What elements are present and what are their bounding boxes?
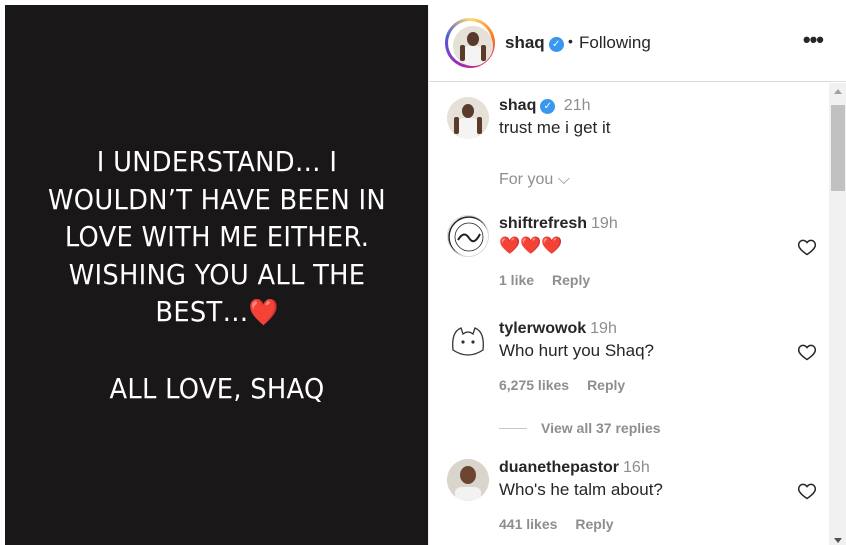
comment-actions: 6,275 likes Reply xyxy=(499,377,799,393)
avatar-photo-icon xyxy=(447,459,489,501)
comment-likes[interactable]: 6,275 likes xyxy=(499,377,569,393)
comment-username[interactable]: shiftrefresh xyxy=(499,215,587,232)
post-text-gap xyxy=(33,333,401,370)
view-replies-label[interactable]: View all 37 replies xyxy=(541,420,661,436)
comment-time[interactable]: 19h xyxy=(590,320,617,337)
post-image-text: I UNDERSTAND… I WOULDN’T HAVE BEEN IN LO… xyxy=(33,143,401,407)
avatar[interactable] xyxy=(447,97,489,139)
comment-body: shiftrefresh 19h ❤️❤️❤️ 1 like Reply xyxy=(499,215,799,288)
post-text-line-1: I UNDERSTAND… I xyxy=(96,145,337,178)
scroll-down-arrow-icon[interactable] xyxy=(834,538,842,543)
comment-likes[interactable]: 1 like xyxy=(499,272,534,288)
heart-icon[interactable] xyxy=(797,237,817,257)
comment-body: duanethepastor 16h Who's he talm about? 4… xyxy=(499,459,799,532)
comment-likes[interactable]: 441 likes xyxy=(499,516,557,532)
comment-text: Who's he talm about? xyxy=(499,480,663,499)
header-username[interactable]: shaq ✓ xyxy=(505,33,564,53)
avatar[interactable] xyxy=(447,320,489,362)
post-text-line-3: LOVE WITH ME EITHER. xyxy=(64,220,369,253)
chevron-down-icon: ⌵ xyxy=(557,171,570,188)
avatar-photo-icon xyxy=(447,97,489,139)
comment-actions: 441 likes Reply xyxy=(499,516,799,532)
caption-body: shaq ✓ 21h trust me i get it xyxy=(499,97,799,138)
scroll-thumb[interactable] xyxy=(831,105,845,191)
comment-username[interactable]: duanethepastor xyxy=(499,459,619,476)
comment-time[interactable]: 16h xyxy=(623,459,650,476)
post-header: shaq ✓ • Following ••• xyxy=(429,5,846,82)
following-button[interactable]: Following xyxy=(579,33,651,53)
replies-divider xyxy=(499,428,527,429)
comment-time[interactable]: 19h xyxy=(591,215,618,232)
heart-icon[interactable] xyxy=(797,481,817,501)
header-separator: • xyxy=(568,33,573,49)
brand-logo-icon xyxy=(448,216,488,256)
post-side-panel: shaq ✓ • Following ••• shaq ✓ 21h trust … xyxy=(428,5,846,545)
post-text-signoff: ALL LOVE, SHAQ xyxy=(108,371,325,405)
post-text-line-4: WISHING YOU ALL THE xyxy=(68,257,365,291)
heart-icon[interactable] xyxy=(797,342,817,362)
more-options-icon[interactable]: ••• xyxy=(803,27,824,53)
post-text-line-2: WOULDN’T HAVE BEEN IN xyxy=(47,182,386,216)
comment-heading: duanethepastor 16h xyxy=(499,459,799,477)
comment-heading: tylerwowok 19h xyxy=(499,320,799,338)
reply-button[interactable]: Reply xyxy=(552,272,590,288)
avatar[interactable] xyxy=(453,26,493,66)
view-replies-button[interactable]: View all 37 replies xyxy=(499,420,661,436)
avatar[interactable] xyxy=(447,215,489,257)
verified-badge-icon: ✓ xyxy=(540,99,556,114)
for-you-filter[interactable]: For you ⌵ xyxy=(499,171,570,189)
avatar[interactable] xyxy=(447,459,489,501)
comment-body: tylerwowok 19h Who hurt you Shaq? 6,275 l… xyxy=(499,320,799,393)
post-text-line-5-text: BEST… xyxy=(154,295,249,328)
comment-text: Who hurt you Shaq? xyxy=(499,341,654,360)
comments-list: shaq ✓ 21h trust me i get it For you ⌵ s… xyxy=(429,83,829,545)
cartoon-avatar-icon xyxy=(447,320,489,362)
heart-emoji-icon: ❤️ xyxy=(248,298,279,328)
avatar-photo-icon xyxy=(453,26,493,66)
reply-button[interactable]: Reply xyxy=(575,516,613,532)
comment-text: ❤️❤️❤️ xyxy=(499,236,563,255)
post-image: I UNDERSTAND… I WOULDN’T HAVE BEEN IN LO… xyxy=(5,5,428,545)
verified-badge-icon: ✓ xyxy=(548,37,564,52)
for-you-label[interactable]: For you xyxy=(499,171,553,188)
scroll-up-arrow-icon[interactable] xyxy=(834,89,842,94)
instagram-post-window: I UNDERSTAND… I WOULDN’T HAVE BEEN IN LO… xyxy=(0,0,846,545)
comment-actions: 1 like Reply xyxy=(499,272,799,288)
post-text-line-5: BEST…❤️ xyxy=(33,293,401,333)
comment-heading: shiftrefresh 19h xyxy=(499,215,799,233)
story-ring[interactable] xyxy=(445,18,495,68)
story-ring-inner xyxy=(448,21,493,66)
caption-time[interactable]: 21h xyxy=(564,97,591,114)
caption-text: trust me i get it xyxy=(499,118,611,137)
reply-button[interactable]: Reply xyxy=(587,377,625,393)
comment-username[interactable]: tylerwowok xyxy=(499,320,586,337)
comments-scrollbar[interactable] xyxy=(829,83,846,545)
caption-username[interactable]: shaq xyxy=(499,97,536,114)
header-username-text[interactable]: shaq xyxy=(505,33,545,52)
caption-heading: shaq ✓ 21h xyxy=(499,97,799,115)
